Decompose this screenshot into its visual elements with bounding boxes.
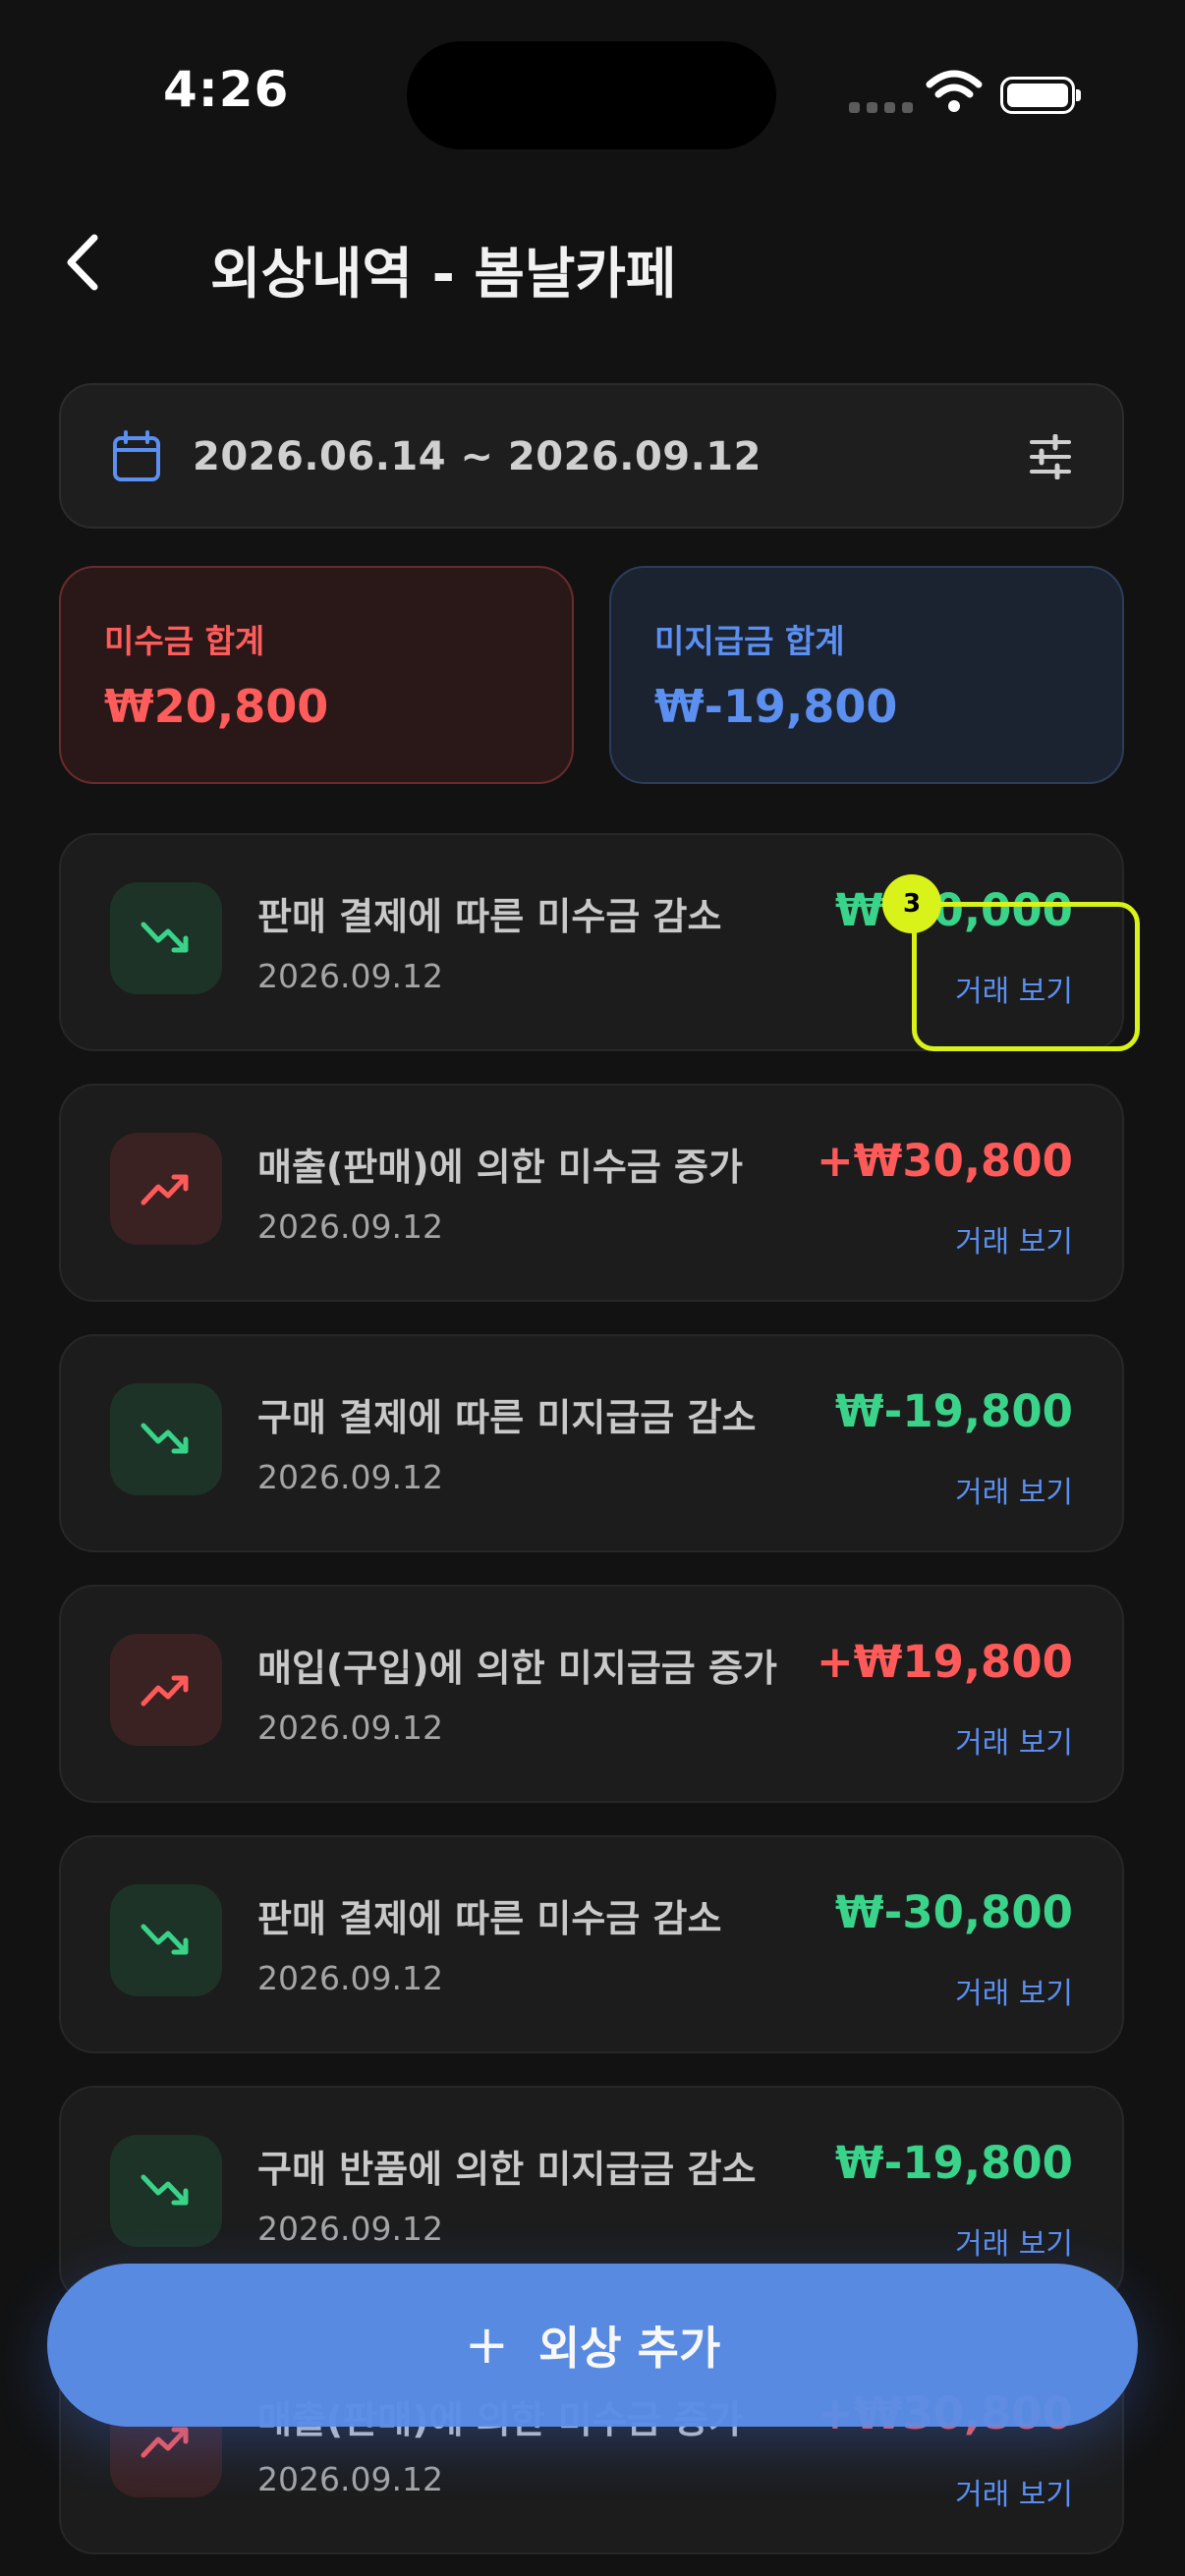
filter-sliders-icon[interactable] xyxy=(1028,434,1073,479)
calendar-icon xyxy=(113,430,160,481)
payable-total: ₩-19,800 xyxy=(654,680,898,733)
transaction-amount: ₩-19,800 xyxy=(835,1385,1073,1437)
add-credit-label: 외상 추가 xyxy=(537,2322,721,2375)
transaction-date: 2026.09.12 xyxy=(257,2460,443,2498)
view-transaction-link[interactable]: 거래 보기 xyxy=(955,2470,1073,2513)
transaction-row[interactable]: 구매 결제에 따른 미지급금 감소 2026.09.12 ₩-19,800 거래… xyxy=(59,1334,1124,1552)
transaction-title: 판매 결제에 따른 미수금 감소 xyxy=(257,1897,722,1940)
trend-down-icon xyxy=(110,2135,222,2247)
dynamic-island xyxy=(407,41,776,149)
receivable-total: ₩20,800 xyxy=(104,680,329,733)
transaction-amount: ₩-30,800 xyxy=(835,1886,1073,1938)
transaction-date: 2026.09.12 xyxy=(257,2210,443,2248)
receivable-summary-card: 미수금 합계 ₩20,800 xyxy=(59,566,574,784)
transaction-row[interactable]: 판매 결제에 따른 미수금 감소 2026.09.12 ₩-30,800 거래 … xyxy=(59,1835,1124,2053)
payable-label: 미지급금 합계 xyxy=(654,622,845,660)
battery-icon xyxy=(1000,77,1081,114)
transaction-title: 판매 결제에 따른 미수금 감소 xyxy=(257,895,722,938)
receivable-label: 미수금 합계 xyxy=(104,622,265,660)
status-time: 4:26 xyxy=(163,61,290,118)
transaction-title: 매입(구입)에 의한 미지급금 증가 xyxy=(257,1647,777,1690)
add-credit-button[interactable]: + 외상 추가 xyxy=(47,2264,1138,2427)
page-title: 외상내역 - 봄날카페 xyxy=(210,243,677,307)
back-button[interactable] xyxy=(55,228,114,297)
highlight-box xyxy=(912,902,1140,1051)
date-range-text: 2026.06.14 ~ 2026.09.12 xyxy=(193,434,762,479)
trend-up-icon xyxy=(110,1133,222,1245)
trend-down-icon xyxy=(110,882,222,994)
trend-up-icon xyxy=(110,1634,222,1746)
highlight-badge: 3 xyxy=(882,874,941,933)
plus-icon: + xyxy=(464,2314,509,2376)
view-transaction-link[interactable]: 거래 보기 xyxy=(955,1217,1073,1260)
cellular-signal-icon xyxy=(849,102,913,113)
transaction-row[interactable]: 매입(구입)에 의한 미지급금 증가 2026.09.12 +₩19,800 거… xyxy=(59,1585,1124,1803)
transaction-amount: +₩19,800 xyxy=(817,1636,1073,1688)
transaction-date: 2026.09.12 xyxy=(257,957,443,995)
transaction-title: 매출(판매)에 의한 미수금 증가 xyxy=(257,1146,743,1189)
payable-summary-card: 미지급금 합계 ₩-19,800 xyxy=(609,566,1124,784)
wifi-icon xyxy=(926,70,983,112)
view-transaction-link[interactable]: 거래 보기 xyxy=(955,1969,1073,2012)
screen: 4:26 외상내역 - 봄날카페 2026.06.14 ~ 2026.09.12 xyxy=(0,0,1185,2576)
view-transaction-link[interactable]: 거래 보기 xyxy=(955,1468,1073,1511)
transaction-amount: ₩-19,800 xyxy=(835,2137,1073,2189)
view-transaction-link[interactable]: 거래 보기 xyxy=(955,2219,1073,2263)
date-range-picker[interactable]: 2026.06.14 ~ 2026.09.12 xyxy=(59,383,1124,529)
transaction-amount: +₩30,800 xyxy=(817,1135,1073,1187)
transaction-date: 2026.09.12 xyxy=(257,1207,443,1246)
trend-down-icon xyxy=(110,1383,222,1495)
transaction-date: 2026.09.12 xyxy=(257,1959,443,1997)
transaction-row[interactable]: 매출(판매)에 의한 미수금 증가 2026.09.12 +₩30,800 거래… xyxy=(59,1084,1124,1302)
trend-down-icon xyxy=(110,1884,222,1996)
transaction-title: 구매 반품에 의한 미지급금 감소 xyxy=(257,2148,757,2191)
transaction-date: 2026.09.12 xyxy=(257,1708,443,1747)
transaction-date: 2026.09.12 xyxy=(257,1458,443,1496)
transaction-title: 구매 결제에 따른 미지급금 감소 xyxy=(257,1396,757,1439)
view-transaction-link[interactable]: 거래 보기 xyxy=(955,1718,1073,1762)
